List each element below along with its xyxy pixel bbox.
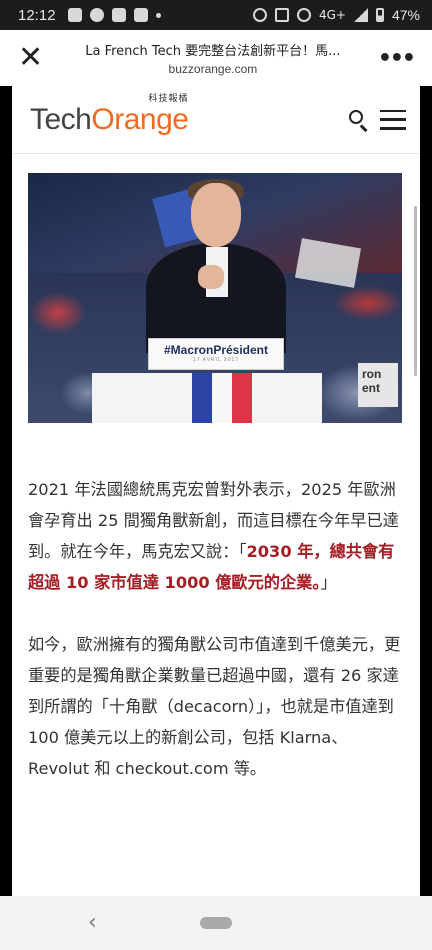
alarm-icon (252, 8, 267, 22)
status-bar: 12:12 4G+ 47% (0, 0, 432, 30)
flag-red (232, 373, 252, 423)
android-icon (111, 8, 126, 22)
web-page: 科技報橘 TechOrange #MacronPrésident 17 AVRI… (12, 86, 420, 896)
hero-image: #MacronPrésident 17 AVRIL 2017 ron ent (28, 173, 402, 423)
chat-icon (89, 8, 104, 22)
scrollbar[interactable] (414, 206, 417, 376)
system-nav-bar: ‹ (0, 896, 432, 950)
close-icon[interactable]: ✕ (18, 43, 48, 73)
paragraph-1-end: 」 (320, 573, 337, 592)
podium-sign-date: 17 AVRIL 2017 (192, 357, 240, 363)
fist-shape (198, 265, 224, 289)
header-actions (348, 109, 406, 132)
battery-icon (375, 8, 384, 22)
paragraph-2: 如今，歐洲擁有的獨角獸公司市值達到千億美元，更重要的是獨角獸企業數量已超過中國，… (28, 635, 401, 778)
title-box: La French Tech 要完整台法創新平台！馬... buzzorange… (48, 40, 378, 76)
signal-icon (353, 8, 368, 22)
crowd-sign: ron ent (358, 363, 398, 407)
logo-subtitle: 科技報橘 (148, 92, 189, 103)
site-logo[interactable]: 科技報橘 TechOrange (30, 93, 189, 137)
mute-icon (296, 8, 311, 22)
status-time: 12:12 (18, 6, 56, 24)
article-body: 2021 年法國總統馬克宏曾對外表示，2025 年歐洲會孕育出 25 間獨角獸新… (28, 474, 408, 815)
page-title: La French Tech 要完整台法創新平台！馬... (85, 44, 341, 59)
app-icon (133, 8, 148, 22)
network-type: 4G+ (318, 8, 346, 22)
flag-blue (192, 373, 212, 423)
browser-toolbar: ✕ La French Tech 要完整台法創新平台！馬... buzzoran… (0, 30, 432, 86)
paragraph-1: 2021 年法國總統馬克宏曾對外表示，2025 年歐洲會孕育出 25 間獨角獸新… (28, 474, 408, 598)
head-shape (191, 183, 241, 247)
battery-percent: 47% (391, 7, 420, 23)
logo-tech: Tech (30, 102, 92, 136)
home-pill[interactable] (200, 917, 232, 929)
french-flag (192, 373, 252, 423)
flag-white (212, 373, 232, 423)
system-icons: 4G+ 47% (252, 7, 420, 23)
cast-icon (274, 8, 289, 22)
page-url: buzzorange.com (168, 62, 258, 76)
site-header: 科技報橘 TechOrange (12, 86, 420, 154)
android-icon (67, 8, 82, 22)
menu-icon[interactable] (380, 109, 406, 130)
podium-sign: #MacronPrésident 17 AVRIL 2017 (148, 338, 284, 370)
search-icon[interactable] (348, 109, 370, 132)
more-icon[interactable]: ••• (378, 46, 416, 71)
podium-sign-text: #MacronPrésident (163, 343, 269, 357)
more-notifications-icon (155, 12, 161, 18)
notification-icons (67, 8, 161, 22)
logo-orange: Orange (91, 102, 189, 136)
back-icon[interactable]: ‹ (88, 910, 97, 935)
